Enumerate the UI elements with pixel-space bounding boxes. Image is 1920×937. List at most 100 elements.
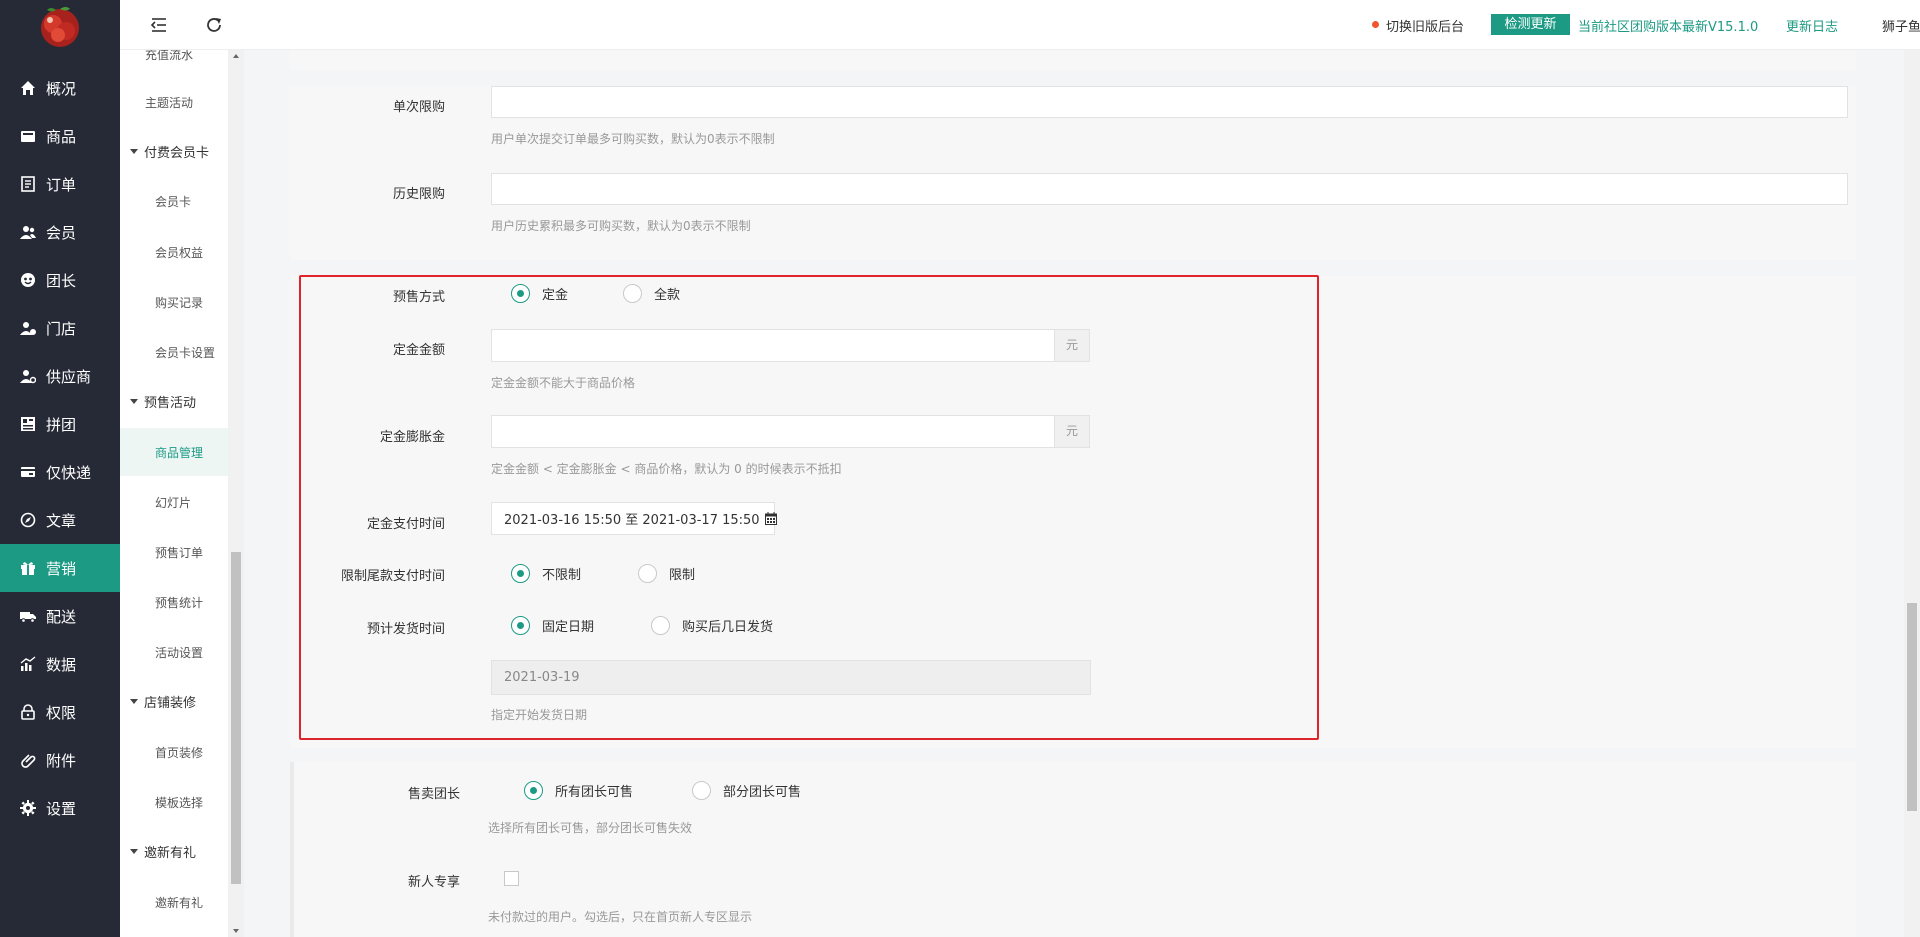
presale-mode-label: 预售方式 [392,290,445,305]
nav-item-3[interactable]: 会员 [0,208,120,256]
nav-item-label: 文章 [46,511,77,530]
subnav-group-presale[interactable]: 预售活动 [120,377,228,425]
subnav-invite-gift[interactable]: 邀新有礼 [120,878,228,926]
main-content: 单次限购 用户单次提交订单最多可购买数，默认为0表示不限制 历史限购 用户历史累… [244,50,1900,937]
subnav-home-decoration[interactable]: 首页装修 [120,728,228,776]
nav-item-label: 数据 [46,655,77,674]
presale-mode-full-radio[interactable]: 全款 [623,284,680,303]
express-icon [20,464,36,480]
single-limit-input[interactable] [491,86,1848,118]
chevron-down-icon [130,848,138,854]
subnav-group-decoration[interactable]: 店铺装修 [120,677,228,725]
radio-circle [623,284,642,303]
sell-leader-hint: 选择所有团长可售，部分团长可售失效 [488,821,693,835]
subnav-label: 会员卡设置 [155,345,216,360]
radio-label: 不限制 [542,568,582,583]
nav-item-label: 门店 [46,319,77,338]
part-leaders-radio[interactable]: 部分团长可售 [692,781,801,800]
ship-days-after-radio[interactable]: 购买后几日发货 [651,616,773,635]
nav-item-15[interactable]: 设置 [0,784,120,832]
subnav-scrollbar[interactable] [228,50,244,937]
community-name[interactable]: 狮子鱼社区 [1882,16,1920,35]
main-scrollbar[interactable] [1904,50,1920,937]
subnav-card-settings[interactable]: 会员卡设置 [120,328,228,376]
nav-item-12[interactable]: 数据 [0,640,120,688]
nav-item-2[interactable]: 订单 [0,160,120,208]
sell-leader-label: 售卖团长 [407,787,460,802]
subnav-theme-activity[interactable]: 主题活动 [120,78,228,126]
calendar-icon [764,512,777,525]
nav-item-13[interactable]: 权限 [0,688,120,736]
radio-circle [511,284,530,303]
scroll-down-icon[interactable] [233,929,239,933]
subnav-label: 首页装修 [155,745,204,760]
changelog-link[interactable]: 更新日志 [1786,16,1838,35]
radio-label: 全款 [654,288,681,303]
scroll-thumb[interactable] [231,552,241,884]
subnav-template-select[interactable]: 模板选择 [120,778,228,826]
nav-item-9[interactable]: 文章 [0,496,120,544]
chart-icon [20,656,36,672]
main-sidebar: 概况商品订单会员团长门店供应商 拼团 仅快递文章营销 配送数据权限附件设置 [0,0,120,937]
subnav-goods-manage[interactable]: 商品管理 [120,428,228,476]
subnav-presale-orders[interactable]: 预售订单 [120,528,228,576]
subnav-purchase-records[interactable]: 购买记录 [120,278,228,326]
new-user-checkbox[interactable] [504,871,519,886]
radio-circle [692,781,711,800]
nav-item-0[interactable]: 概况 [0,64,120,112]
subnav-activity-settings[interactable]: 活动设置 [120,628,228,676]
nav-item-14[interactable]: 附件 [0,736,120,784]
supplier-icon [20,368,36,384]
panel-divider [290,762,294,937]
leader-icon [20,272,36,288]
deposit-amount-input[interactable] [491,329,1055,362]
menu-collapse-icon[interactable] [150,16,168,34]
home-icon [20,80,36,96]
nav-item-label: 权限 [46,703,77,722]
nav-item-4[interactable]: 团长 [0,256,120,304]
subnav-member-rights[interactable]: 会员权益 [120,228,228,276]
subnav-presale-stats[interactable]: 预售统计 [120,578,228,626]
nav-item-6[interactable]: 供应商 [0,352,120,400]
nav-item-5[interactable]: 门店 [0,304,120,352]
chevron-down-icon [130,698,138,704]
history-limit-input[interactable] [491,173,1848,205]
radio-label: 限制 [669,568,696,583]
ship-date-input[interactable]: 2021-03-19 [491,660,1091,695]
presale-mode-deposit-radio[interactable]: 定金 [511,284,568,303]
deposit-expand-input[interactable] [491,415,1055,448]
radio-label: 定金 [542,288,569,303]
nav-item-label: 附件 [46,751,77,770]
scroll-up-icon[interactable] [233,54,239,58]
subnav-label: 购买记录 [155,295,204,310]
nav-item-8[interactable]: 仅快递 [0,448,120,496]
subnav-label: 主题活动 [145,95,194,110]
check-update-button[interactable]: 检测更新 [1491,14,1570,35]
ship-date-hint: 指定开始发货日期 [491,708,588,722]
single-limit-label: 单次限购 [392,100,445,115]
final-pay-unlimited-radio[interactable]: 不限制 [511,564,581,583]
switch-old-admin-link[interactable]: 切换旧版后台 [1386,16,1464,35]
scroll-thumb[interactable] [1907,603,1917,811]
nav-item-7[interactable]: 拼团 [0,400,120,448]
subnav-group-paid-card[interactable]: 付费会员卡 [120,127,228,175]
nav-item-label: 商品 [46,127,77,146]
new-user-hint: 未付款过的用户。勾选后，只在首页新人专区显示 [488,910,753,924]
all-leaders-radio[interactable]: 所有团长可售 [524,781,633,800]
nav-item-label: 会员 [46,223,77,242]
fruit-logo-icon[interactable] [36,4,84,48]
deposit-pay-time-picker[interactable]: 2021-03-16 15:50 至 2021-03-17 15:50 [491,502,777,535]
subnav-slides[interactable]: 幻灯片 [120,478,228,526]
deposit-expand-label: 定金膨胀金 [379,430,445,445]
final-pay-limited-radio[interactable]: 限制 [638,564,695,583]
new-user-label: 新人专享 [407,875,460,890]
nav-item-11[interactable]: 配送 [0,592,120,640]
nav-item-1[interactable]: 商品 [0,112,120,160]
gift-icon [20,560,36,576]
subnav-group-invite[interactable]: 邀新有礼 [120,827,228,875]
ship-fixed-date-radio[interactable]: 固定日期 [511,616,594,635]
nav-item-label: 团长 [46,271,77,290]
refresh-icon[interactable] [205,16,223,34]
subnav-member-card[interactable]: 会员卡 [120,177,228,225]
nav-item-10[interactable]: 营销 [0,544,120,592]
